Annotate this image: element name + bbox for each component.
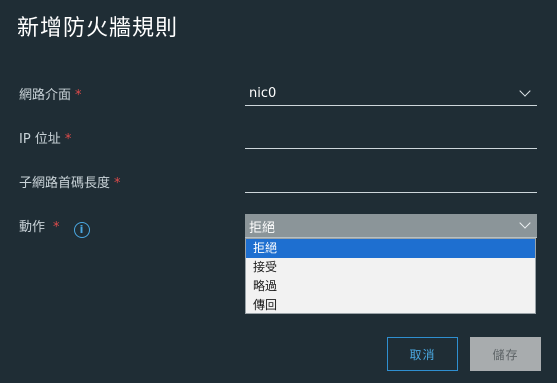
required-mark: * (64, 132, 72, 147)
save-button[interactable]: 儲存 (470, 337, 541, 371)
action-select-value: 拒絕 (249, 221, 276, 236)
subnet-label-text: 子網路首碼長度 (19, 176, 111, 191)
action-option-return[interactable]: 傳回 (246, 296, 535, 315)
subnet-label: 子網路首碼長度 * (19, 172, 121, 191)
chevron-down-icon (519, 85, 531, 97)
required-mark: * (75, 88, 82, 103)
ip-label-text: IP 位址 (19, 132, 61, 147)
interface-label-text: 網路介面 (19, 88, 72, 103)
chevron-down-icon (519, 217, 531, 229)
required-mark: * (114, 176, 121, 191)
action-option-accept[interactable]: 接受 (246, 258, 535, 277)
action-option-skip[interactable]: 略過 (246, 277, 535, 296)
subnet-input[interactable] (245, 168, 537, 193)
ip-label: IP 位址 * (19, 128, 71, 147)
interface-select-value: nic0 (249, 86, 277, 101)
cancel-button[interactable]: 取消 (387, 337, 458, 371)
ip-input[interactable] (245, 124, 537, 149)
action-label: 動作 * i (19, 216, 90, 238)
action-dropdown-list: 拒絕 接受 略過 傳回 (245, 238, 536, 314)
dialog-title: 新增防火牆規則 (17, 16, 179, 41)
add-firewall-rule-dialog: 新增防火牆規則 網路介面 * nic0 IP 位址 * 子網路首碼長度 * 動作 * i … (0, 0, 557, 383)
action-label-text: 動作 (19, 220, 46, 235)
interface-select[interactable]: nic0 (245, 83, 537, 106)
action-option-reject[interactable]: 拒絕 (246, 239, 535, 258)
interface-label: 網路介面 * (19, 84, 82, 103)
action-select[interactable]: 拒絕 (245, 214, 537, 238)
required-mark: * (53, 220, 60, 235)
info-icon[interactable]: i (73, 222, 90, 238)
